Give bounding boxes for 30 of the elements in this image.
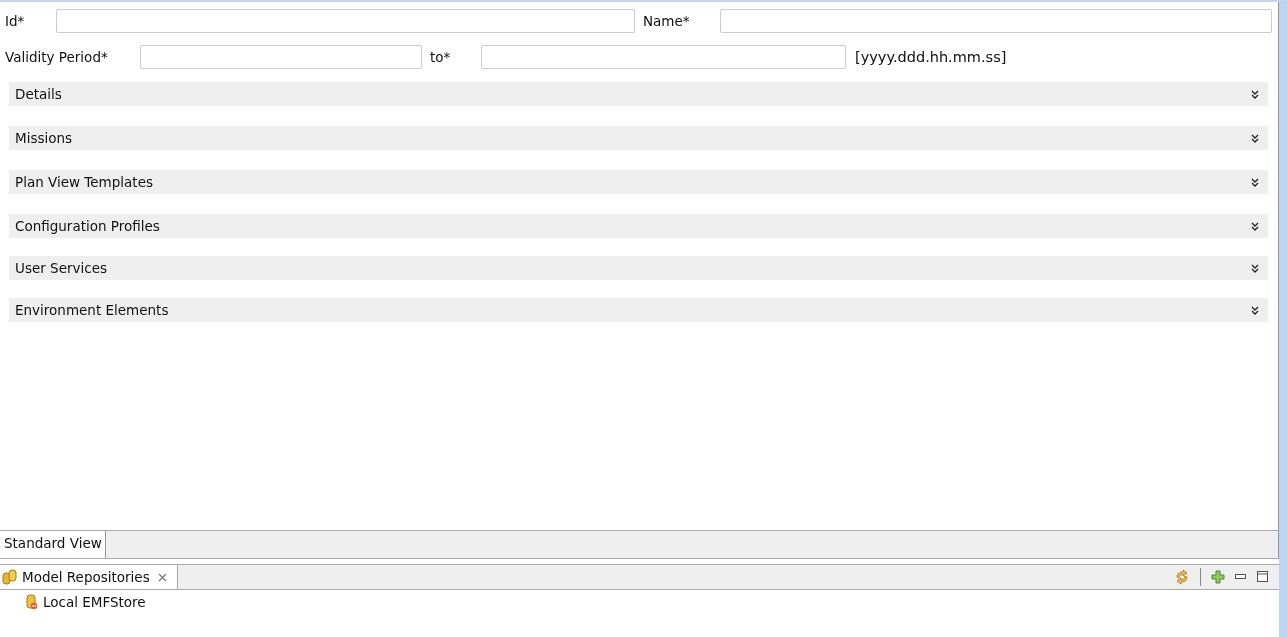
repository-item[interactable]: Local EMFStore — [43, 594, 146, 610]
id-input-field[interactable] — [56, 9, 635, 33]
name-label: Name* — [643, 13, 691, 29]
chevron-icon — [1251, 305, 1259, 315]
chevron-icon — [1251, 133, 1259, 143]
date-format-hint: [yyyy.ddd.hh.mm.ss] — [855, 49, 1007, 65]
section-header[interactable]: Environment Elements — [9, 298, 1268, 322]
section-header[interactable]: Details — [9, 82, 1268, 106]
chevron-icon — [1251, 89, 1259, 99]
id-label: Id* — [5, 13, 26, 29]
section-header[interactable]: Configuration Profiles — [9, 214, 1268, 238]
chevron-icon — [1251, 263, 1259, 273]
section-header[interactable]: Missions — [9, 126, 1268, 150]
name-input-field[interactable] — [720, 9, 1272, 33]
validity-period-label: Validity Period* — [5, 49, 109, 65]
maximize-icon[interactable] — [1257, 571, 1269, 583]
chevron-icon — [1251, 221, 1259, 231]
validity-start-field[interactable] — [140, 45, 422, 69]
minimize-icon[interactable] — [1235, 574, 1247, 580]
close-icon[interactable] — [157, 572, 167, 582]
validity-end-field[interactable] — [481, 45, 846, 69]
database-icon — [26, 594, 38, 610]
to-label: to* — [430, 49, 452, 65]
add-icon[interactable] — [1211, 570, 1225, 584]
section-header[interactable]: Plan View Templates — [9, 170, 1268, 194]
database-icon — [2, 569, 18, 585]
section-header[interactable]: User Services — [9, 256, 1268, 280]
sync-icon[interactable] — [1174, 569, 1190, 585]
editor-tab[interactable]: Standard View — [0, 531, 106, 558]
chevron-icon — [1251, 177, 1259, 187]
